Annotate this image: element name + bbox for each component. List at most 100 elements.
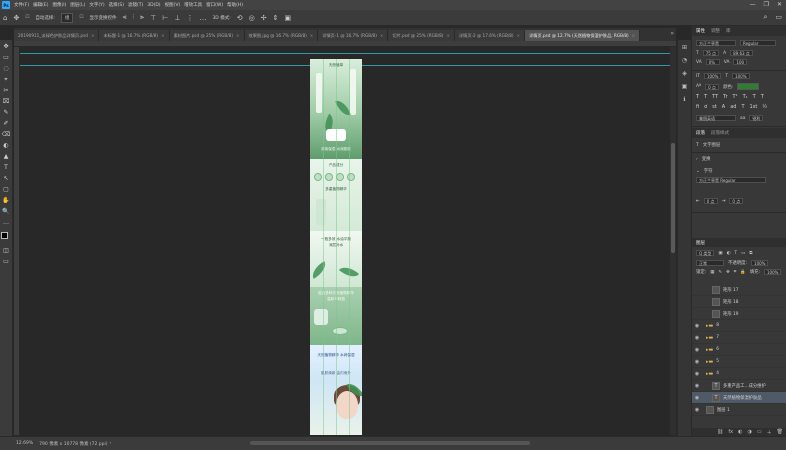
lock-move-icon[interactable]: ✥ xyxy=(726,270,730,275)
filter-adjust-icon[interactable]: ◐ xyxy=(727,251,731,256)
maximize-icon[interactable]: ❐ xyxy=(764,1,769,8)
leading-input[interactable]: 89.63 点 xyxy=(730,50,753,56)
visibility-eye-icon[interactable]: ◉ xyxy=(692,395,702,401)
color-panel-icon[interactable]: ◔ xyxy=(682,57,687,64)
layer-row[interactable]: ◉ ▸▬ 7 xyxy=(692,332,786,344)
crop-tool-icon[interactable]: ✂ xyxy=(2,87,11,95)
tab-close-icon[interactable]: × xyxy=(161,33,165,38)
layer-row[interactable]: 矩形 17 xyxy=(692,284,786,296)
visibility-eye-icon[interactable]: ◉ xyxy=(692,407,702,413)
menu-edit[interactable]: 编辑(E) xyxy=(33,2,48,8)
move-tool-icon[interactable]: ✥ xyxy=(2,43,11,51)
path-select-tool-icon[interactable]: ↖ xyxy=(2,175,11,183)
menu-file[interactable]: 文件(F) xyxy=(14,2,29,8)
vertical-scale-input[interactable]: 100% xyxy=(703,73,722,79)
strikethrough-button[interactable]: T xyxy=(761,94,764,100)
frame-tool-icon[interactable]: ⌧ xyxy=(2,98,11,106)
character-font-select[interactable]: 方正兰亭黑 Regular xyxy=(696,177,766,183)
tab-paragraph[interactable]: 段落 xyxy=(696,130,705,136)
tab-close-icon[interactable]: × xyxy=(236,33,240,38)
font-style-select[interactable]: Regular xyxy=(740,40,776,46)
layer-row[interactable]: ◉ ▸▬ 8 xyxy=(692,320,786,332)
opacity-input[interactable]: 100% xyxy=(751,260,769,266)
lock-artboard-icon[interactable]: ⌗ xyxy=(734,269,736,275)
eraser-tool-icon[interactable]: ⌫ xyxy=(2,131,11,139)
tab-close-icon[interactable]: × xyxy=(310,33,314,38)
tab-properties[interactable]: 属性 xyxy=(696,28,705,34)
document-tab[interactable]: 切片.psd @ 25% (RGB/8) × xyxy=(388,30,455,41)
workspace-icon[interactable]: ▭ xyxy=(775,13,782,22)
filter-smart-icon[interactable]: ⧉ xyxy=(749,250,752,256)
kerning-input[interactable]: 100 xyxy=(733,59,748,65)
document-tab[interactable]: 20190911_淡绿色护肤品详情页.psd × xyxy=(14,30,100,41)
frac-button[interactable]: 1st xyxy=(750,104,758,110)
menu-image[interactable]: 图像(I) xyxy=(52,2,66,8)
marquee-tool-icon[interactable]: ▭ xyxy=(2,54,11,62)
filter-shape-icon[interactable]: ▭ xyxy=(741,251,745,256)
chevron-right-icon[interactable]: › xyxy=(696,157,698,162)
move-tool-icon[interactable]: ✥ xyxy=(13,14,19,22)
baseline-input[interactable]: 0 点 xyxy=(705,83,720,90)
align-middle-icon[interactable]: ⊢ xyxy=(162,14,168,22)
gradient-tool-icon[interactable]: ◐ xyxy=(2,142,11,150)
visibility-eye-icon[interactable]: ◉ xyxy=(692,323,702,329)
distribute-icon[interactable]: ⋮ xyxy=(186,14,193,22)
type-tool-icon[interactable]: T xyxy=(2,164,11,172)
lock-paint-icon[interactable]: ✎ xyxy=(718,270,722,275)
menu-select[interactable]: 选择(S) xyxy=(109,2,124,8)
font-family-select[interactable]: 方正兰亭黑 xyxy=(696,40,736,46)
auto-select-checkbox[interactable]: ☐ xyxy=(25,15,29,20)
indent-left-input[interactable]: 0 点 xyxy=(703,198,718,204)
3d-slide-icon[interactable]: ⇕ xyxy=(273,14,279,22)
align-right-icon[interactable]: ⫸ xyxy=(140,13,144,22)
scrollbar-thumb[interactable] xyxy=(671,143,675,253)
lasso-tool-icon[interactable]: ◌ xyxy=(2,65,11,73)
fill-input[interactable]: 100% xyxy=(764,269,782,275)
layer-mask-icon[interactable]: ◐ xyxy=(738,429,742,435)
menu-help[interactable]: 帮助(H) xyxy=(227,2,243,8)
layer-row[interactable]: ◉ T 多重产品工...成分维护 xyxy=(692,380,786,392)
photoshop-logo-icon[interactable]: Ps xyxy=(2,1,10,9)
shape-tool-icon[interactable]: ▢ xyxy=(2,186,11,194)
document-tab[interactable]: 效果图.jpg @ 16.7% (RGB/8) × xyxy=(244,30,319,41)
document-canvas[interactable]: 天然植萃 清爽保湿 水润肌肤 产品成分 多重植物精华 一瓶多效 水油平衡 深层补… xyxy=(310,59,362,435)
auto-select-dropdown[interactable]: 组 xyxy=(60,12,74,23)
layer-row[interactable]: ◉ ▸▬ 6 xyxy=(692,344,786,356)
swash-button[interactable]: st xyxy=(712,104,717,110)
menu-plugins[interactable]: 增效工具 xyxy=(184,2,202,8)
search-icon[interactable]: ⌕ xyxy=(763,13,767,22)
link-layers-icon[interactable]: ⛓ xyxy=(717,429,723,435)
zoom-tool-icon[interactable]: 🔍 xyxy=(2,208,11,216)
half-button[interactable]: ½ xyxy=(762,104,767,110)
3d-roll-icon[interactable]: ◎ xyxy=(249,14,255,22)
ligature-button[interactable]: fi xyxy=(696,104,699,110)
fraction-button[interactable]: T xyxy=(741,104,744,110)
layer-row[interactable]: 矩形 19 xyxy=(692,308,786,320)
chevron-down-icon[interactable]: ⌄ xyxy=(696,169,700,174)
lock-all-icon[interactable]: 🔒 xyxy=(740,270,745,275)
faux-bold-button[interactable]: T xyxy=(696,94,699,100)
filter-type-icon[interactable]: T xyxy=(734,251,737,256)
edit-toolbar-icon[interactable]: … xyxy=(2,219,11,227)
tab-overflow-icon[interactable]: » xyxy=(670,30,674,37)
brush-tool-icon[interactable]: ✎ xyxy=(2,109,11,117)
visibility-eye-icon[interactable]: ◉ xyxy=(692,383,702,389)
tab-paragraph-styles[interactable]: 段落样式 xyxy=(711,130,729,136)
layer-row[interactable]: ◉ ▸▬ 5 xyxy=(692,356,786,368)
hand-tool-icon[interactable]: ✋ xyxy=(2,197,11,205)
screen-mode-icon[interactable]: ▭ xyxy=(2,258,11,266)
superscript-button[interactable]: T¹ xyxy=(733,94,738,100)
document-tab[interactable]: 详情页-2 @ 17.6% (RGB/8) × xyxy=(454,30,526,41)
horizontal-scrollbar[interactable] xyxy=(250,441,530,445)
faux-italic-button[interactable]: T xyxy=(704,94,707,100)
menu-window[interactable]: 窗口(W) xyxy=(206,2,223,8)
layer-row[interactable]: ◉ ▸▬ 4 xyxy=(692,368,786,380)
all-caps-button[interactable]: TT xyxy=(712,94,718,100)
more-options-icon[interactable]: … xyxy=(199,14,206,22)
color-swatches[interactable] xyxy=(1,232,11,244)
ordinal-button[interactable]: ơ xyxy=(704,104,707,110)
underline-button[interactable]: T xyxy=(753,94,756,100)
pen-tool-icon[interactable]: ▲ xyxy=(2,153,11,161)
zoom-level[interactable]: 12.69% xyxy=(16,441,33,446)
align-left-icon[interactable]: ⫷ xyxy=(122,13,126,22)
